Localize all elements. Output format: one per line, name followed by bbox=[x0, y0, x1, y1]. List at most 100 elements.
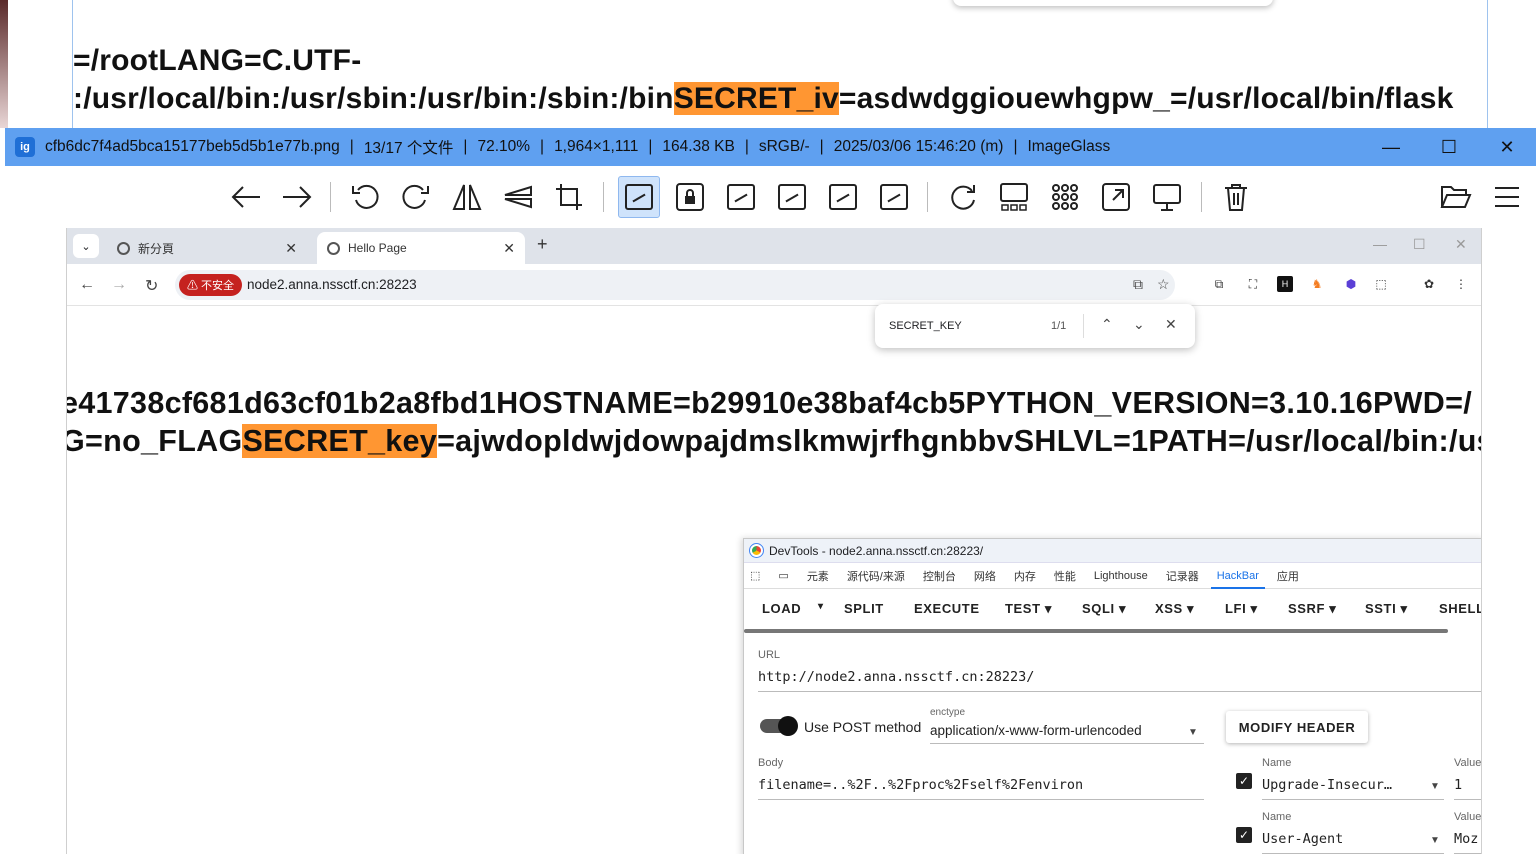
rotate-left-icon[interactable] bbox=[344, 176, 386, 218]
sqli-menu-button[interactable]: SQLI ▾ bbox=[1082, 601, 1126, 617]
tab-search-button[interactable]: ⌄ bbox=[73, 234, 99, 258]
flip-horizontal-icon[interactable] bbox=[446, 176, 488, 218]
lock-zoom-icon[interactable] bbox=[669, 176, 711, 218]
header-name-select[interactable]: User-Agent bbox=[1262, 831, 1343, 847]
ssrf-menu-button[interactable]: SSRF ▾ bbox=[1288, 601, 1336, 617]
new-tab-button[interactable]: + bbox=[537, 234, 548, 255]
maximize-icon[interactable]: ☐ bbox=[1413, 236, 1426, 253]
slideshow-icon[interactable] bbox=[1146, 176, 1188, 218]
arrow-left-icon[interactable] bbox=[225, 176, 267, 218]
body-input[interactable]: filename=..%2F..%2Fproc%2Fself%2Fenviron bbox=[758, 777, 1083, 793]
load-button[interactable]: LOAD bbox=[762, 601, 801, 616]
auto-zoom-icon[interactable] bbox=[618, 176, 660, 218]
address-bar[interactable]: ⚠ 不安全 node2.anna.nssctf.cn:28223 ⧉ ☆ bbox=[175, 270, 1175, 300]
rotate-right-icon[interactable] bbox=[395, 176, 437, 218]
tab-lighthouse[interactable]: Lighthouse bbox=[1094, 570, 1148, 582]
tab-recorder[interactable]: 记录器 bbox=[1166, 568, 1199, 584]
lfi-menu-button[interactable]: LFI ▾ bbox=[1225, 601, 1258, 617]
extension-icon[interactable]: ♞ bbox=[1309, 276, 1325, 292]
post-method-toggle[interactable] bbox=[760, 716, 798, 736]
tab-memory[interactable]: 内存 bbox=[1014, 568, 1036, 584]
enctype-select[interactable]: application/x-www-form-urlencoded bbox=[930, 723, 1142, 738]
close-icon[interactable]: ✕ bbox=[1165, 316, 1177, 333]
device-toolbar-icon[interactable]: ▭ bbox=[778, 569, 788, 582]
open-folder-icon[interactable] bbox=[1435, 176, 1477, 218]
back-icon[interactable]: ← bbox=[79, 276, 95, 294]
tab-close-button[interactable]: ✕ bbox=[285, 240, 297, 257]
devtools-window: DevTools - node2.anna.nssctf.cn:28223/ ⬚… bbox=[743, 538, 1481, 854]
chevron-down-icon[interactable]: ▼ bbox=[1430, 835, 1440, 846]
refresh-icon[interactable] bbox=[942, 176, 984, 218]
tab-elements[interactable]: 元素 bbox=[807, 568, 829, 584]
inspect-element-icon[interactable]: ⬚ bbox=[750, 569, 760, 582]
forward-icon[interactable]: → bbox=[111, 276, 127, 294]
arrow-right-icon[interactable] bbox=[276, 176, 318, 218]
thumbnail-grid-icon[interactable] bbox=[1044, 176, 1086, 218]
scale-to-fill-icon[interactable] bbox=[873, 176, 915, 218]
tab-hackbar[interactable]: HackBar bbox=[1210, 570, 1266, 589]
url-input[interactable]: http://node2.anna.nssctf.cn:28223/ bbox=[758, 669, 1034, 685]
flip-vertical-icon[interactable] bbox=[497, 176, 539, 218]
title-separator: | bbox=[744, 138, 749, 155]
tab-network[interactable]: 网络 bbox=[974, 568, 996, 584]
fullscreen-icon[interactable] bbox=[1095, 176, 1137, 218]
toolbar-separator bbox=[1201, 182, 1202, 212]
close-button[interactable]: ✕ bbox=[1478, 128, 1536, 166]
find-bar: SECRET_KEY 1/1 ⌃ ⌄ ✕ bbox=[875, 304, 1195, 348]
menu-icon[interactable] bbox=[1486, 176, 1528, 218]
split-button[interactable]: SPLIT bbox=[844, 601, 884, 616]
find-input[interactable]: SECRET_KEY bbox=[889, 320, 962, 332]
image-viewer[interactable]: ⌄ 新分頁 ✕ Hello Page ✕ + — ☐ ✕ ← → ↻ ⚠ 不安全… bbox=[66, 228, 1482, 854]
chevron-down-icon[interactable]: ▼ bbox=[1188, 727, 1198, 738]
scale-to-fit-icon[interactable] bbox=[822, 176, 864, 218]
tab-console[interactable]: 控制台 bbox=[923, 568, 956, 584]
reload-icon[interactable]: ↻ bbox=[145, 276, 158, 296]
chevron-down-icon[interactable]: ⌄ bbox=[1133, 316, 1145, 333]
extension-icon[interactable]: ⧉ bbox=[1211, 276, 1227, 292]
horizontal-scrollbar[interactable] bbox=[744, 629, 1448, 633]
devtools-title-bar[interactable]: DevTools - node2.anna.nssctf.cn:28223/ bbox=[744, 539, 1481, 563]
header-checkbox[interactable]: ✓ bbox=[1236, 827, 1252, 843]
xss-menu-button[interactable]: XSS ▾ bbox=[1155, 601, 1194, 617]
chevron-down-icon[interactable]: ▼ bbox=[1430, 781, 1440, 792]
maximize-button[interactable]: ☐ bbox=[1420, 128, 1478, 166]
header-checkbox[interactable]: ✓ bbox=[1236, 773, 1252, 789]
ssti-menu-button[interactable]: SSTI ▾ bbox=[1365, 601, 1408, 617]
close-icon[interactable]: ✕ bbox=[1455, 236, 1467, 253]
minimize-button[interactable]: — bbox=[1362, 128, 1420, 166]
extension-icon[interactable]: ⬢ bbox=[1343, 276, 1359, 292]
crop-icon[interactable] bbox=[548, 176, 590, 218]
title-bar[interactable]: ig cfb6dc7f4ad5bca15177beb5d5b1e77b.png … bbox=[5, 128, 1536, 166]
extension-icon[interactable]: H bbox=[1277, 276, 1293, 292]
tab-hello-page[interactable]: Hello Page ✕ bbox=[317, 232, 525, 264]
modify-header-button[interactable]: MODIFY HEADER bbox=[1226, 711, 1368, 743]
find-in-page-icon[interactable]: ⧉ bbox=[1133, 276, 1143, 293]
background-find-popup bbox=[953, 0, 1273, 6]
bookmark-star-icon[interactable]: ☆ bbox=[1157, 276, 1170, 293]
delete-icon[interactable] bbox=[1215, 176, 1257, 218]
avatar[interactable]: ✿ bbox=[1421, 276, 1437, 292]
not-secure-badge[interactable]: ⚠ 不安全 bbox=[179, 274, 243, 296]
execute-button[interactable]: EXECUTE bbox=[914, 601, 980, 616]
gallery-icon[interactable] bbox=[993, 176, 1035, 218]
scale-height-icon[interactable] bbox=[771, 176, 813, 218]
extensions-puzzle-icon[interactable]: ⬚ bbox=[1373, 276, 1389, 292]
more-menu-icon[interactable]: ⋮ bbox=[1453, 276, 1469, 292]
tab-new-tab[interactable]: 新分頁 ✕ bbox=[107, 232, 307, 264]
tab-performance[interactable]: 性能 bbox=[1054, 568, 1076, 584]
minimize-icon[interactable]: — bbox=[1373, 236, 1387, 252]
url-text[interactable]: node2.anna.nssctf.cn:28223 bbox=[247, 277, 417, 292]
body-underline bbox=[758, 799, 1204, 800]
tab-sources[interactable]: 源代码/来源 bbox=[847, 568, 905, 584]
chevron-up-icon[interactable]: ⌃ bbox=[1101, 316, 1113, 333]
extension-icon[interactable]: ⛶ bbox=[1245, 276, 1261, 292]
header-value-input[interactable]: 1 bbox=[1454, 777, 1462, 793]
tab-close-button[interactable]: ✕ bbox=[503, 240, 515, 257]
scale-width-icon[interactable] bbox=[720, 176, 762, 218]
load-dropdown-icon[interactable]: ▾ bbox=[818, 601, 824, 612]
tab-application[interactable]: 应用 bbox=[1277, 568, 1299, 584]
test-menu-button[interactable]: TEST ▾ bbox=[1005, 601, 1052, 617]
header-value-input[interactable]: Moz: bbox=[1454, 831, 1481, 847]
shell-menu-button[interactable]: SHELL bbox=[1439, 601, 1481, 616]
header-name-select[interactable]: Upgrade-Insecur… bbox=[1262, 777, 1392, 793]
